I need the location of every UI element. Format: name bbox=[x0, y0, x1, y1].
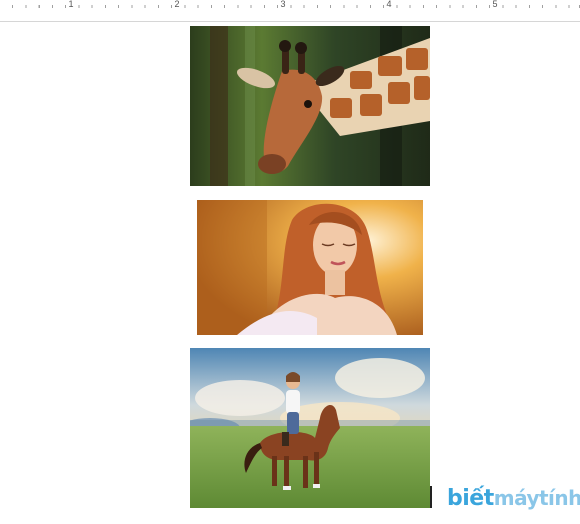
page-edge-mark bbox=[430, 486, 432, 508]
ruler-number-3: 3 bbox=[280, 0, 286, 9]
ruler-number-5: 5 bbox=[492, 0, 498, 9]
bietmaytinh-logo: biếtmáytính bbox=[447, 486, 580, 516]
horizontal-ruler[interactable]: 1 2 3 4 5 bbox=[0, 0, 580, 22]
giraffe-image[interactable] bbox=[190, 26, 430, 186]
ruler-number-2: 2 bbox=[174, 0, 180, 9]
logo-part-2: máytính bbox=[493, 486, 580, 510]
ruler-number-4: 4 bbox=[386, 0, 392, 9]
ruler-number-1: 1 bbox=[68, 0, 74, 9]
logo-part-1: biết bbox=[447, 486, 494, 511]
horse-rider-image[interactable] bbox=[190, 348, 430, 508]
woman-portrait-image[interactable] bbox=[197, 200, 423, 335]
